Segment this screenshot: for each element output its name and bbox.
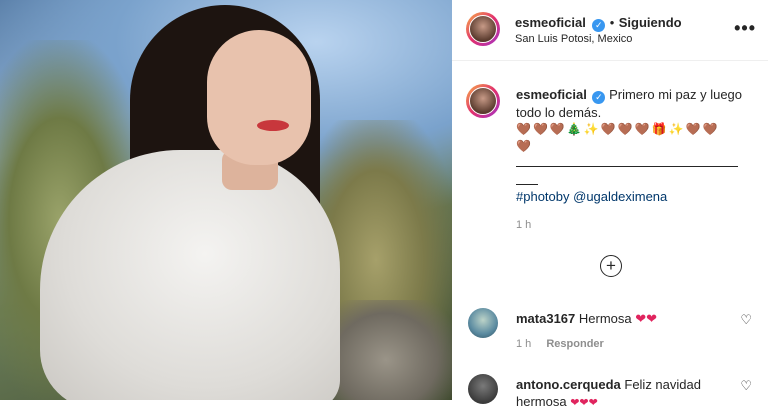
brown-heart-icon: 🤎 bbox=[634, 122, 652, 136]
post-location[interactable]: San Luis Potosi, Mexico bbox=[515, 33, 632, 45]
commenter-username[interactable]: mata3167 bbox=[516, 311, 575, 326]
brown-heart-icon: 🤎 bbox=[600, 122, 618, 136]
caption-timestamp[interactable]: 1 h bbox=[516, 219, 531, 231]
comment-meta: 1 h Responder bbox=[516, 338, 604, 350]
caption-avatar[interactable] bbox=[466, 84, 500, 118]
brown-heart-icon: 🤎 bbox=[516, 139, 533, 153]
gift-icon: 🎁 bbox=[651, 122, 669, 136]
brown-heart-icon: 🤎 bbox=[532, 122, 550, 136]
comment-text-row: mata3167 Hermosa ❤❤ bbox=[516, 310, 731, 327]
comment-text: Hermosa bbox=[578, 311, 632, 326]
more-horizontal-icon[interactable]: ••• bbox=[734, 18, 756, 39]
post-header: esmeoficial ✓ • Siguiendo San Luis Potos… bbox=[452, 0, 768, 61]
like-heart-icon[interactable]: ♡ bbox=[740, 312, 752, 328]
photo-lips bbox=[257, 120, 289, 131]
mention-link[interactable]: @ugaldeximena bbox=[573, 189, 667, 204]
brown-heart-icon: 🤎 bbox=[549, 122, 567, 136]
caption-divider-line-short bbox=[516, 184, 538, 185]
caption-username[interactable]: esmeoficial bbox=[516, 87, 587, 102]
author-username[interactable]: esmeoficial bbox=[515, 15, 586, 30]
photo-sweater bbox=[40, 150, 340, 400]
sparkles-icon: ✨ bbox=[583, 122, 601, 136]
brown-heart-icon: 🤎 bbox=[685, 122, 703, 136]
header-separator: • bbox=[609, 15, 615, 30]
caption-verified-badge-icon: ✓ bbox=[592, 91, 606, 104]
like-heart-icon[interactable]: ♡ bbox=[740, 378, 752, 394]
sparkles-icon: ✨ bbox=[668, 122, 686, 136]
caption-emoji-row: 🤎🤎🤎🎄✨🤎🤎🤎🎁✨🤎🤎 🤎 bbox=[516, 121, 756, 155]
author-avatar[interactable] bbox=[466, 12, 500, 46]
post-photo[interactable] bbox=[0, 0, 452, 400]
red-heart-icon: ❤❤ bbox=[635, 311, 658, 326]
commenter-username[interactable]: antono.cerqueda bbox=[516, 377, 621, 392]
comment-text-row: antono.cerqueda Feliz navidad hermosa ❤❤… bbox=[516, 376, 731, 412]
brown-heart-icon: 🤎 bbox=[702, 122, 720, 136]
caption-avatar-image bbox=[469, 87, 497, 115]
christmas-tree-icon: 🎄 bbox=[566, 122, 584, 136]
comment-timestamp[interactable]: 1 h bbox=[516, 338, 531, 350]
load-more-comments-icon[interactable]: + bbox=[600, 255, 622, 277]
red-heart-icon: ❤❤❤ bbox=[570, 397, 598, 409]
reply-button[interactable]: Responder bbox=[546, 338, 603, 350]
following-button[interactable]: Siguiendo bbox=[619, 15, 682, 30]
photo-face bbox=[207, 30, 311, 165]
verified-badge-icon: ✓ bbox=[592, 19, 606, 32]
caption-block: esmeoficial ✓ Primero mi paz y luego tod… bbox=[516, 86, 756, 155]
commenter-avatar[interactable] bbox=[468, 308, 498, 338]
caption-divider-line bbox=[516, 166, 738, 167]
header-title-row: esmeoficial ✓ • Siguiendo bbox=[515, 14, 682, 32]
post-panel: esmeoficial ✓ • Siguiendo San Luis Potos… bbox=[452, 0, 768, 409]
caption-tags: #photoby @ugaldeximena bbox=[516, 189, 667, 204]
brown-heart-icon: 🤎 bbox=[617, 122, 635, 136]
hashtag-link[interactable]: #photoby bbox=[516, 189, 570, 204]
brown-heart-icon: 🤎 bbox=[516, 122, 533, 136]
author-avatar-image bbox=[469, 15, 497, 43]
